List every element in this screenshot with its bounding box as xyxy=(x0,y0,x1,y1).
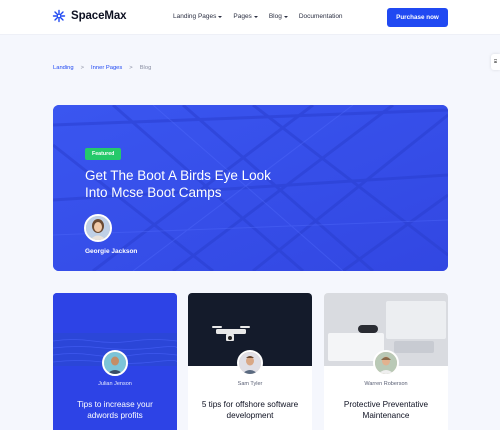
nav-item-blog[interactable]: Blog xyxy=(269,13,288,20)
post-author: Julian Jenson xyxy=(98,381,132,387)
chevron-down-icon xyxy=(218,15,223,18)
nav-item-documentation[interactable]: Documentation xyxy=(299,13,343,20)
brand-logo[interactable]: SpaceMax xyxy=(52,9,127,23)
chevron-down-icon xyxy=(253,15,258,18)
breadcrumb-separator: > xyxy=(80,65,85,71)
avatar xyxy=(84,214,112,242)
chevron-down-icon xyxy=(283,15,288,18)
post-card[interactable]: Julian Jenson Tips to increase your adwo… xyxy=(53,293,177,430)
settings-tab-icon[interactable]: ⌸ xyxy=(491,54,500,70)
nav-label: Landing Pages xyxy=(173,13,217,20)
breadcrumb-landing[interactable]: Landing xyxy=(53,65,74,71)
main-nav: Landing Pages Pages Blog Documentation xyxy=(173,13,354,20)
featured-author-name: Georgie Jackson xyxy=(85,248,138,255)
purchase-now-button[interactable]: Purchase now xyxy=(387,8,448,27)
post-title[interactable]: Protective Preventative Maintenance xyxy=(334,399,438,421)
nav-item-pages[interactable]: Pages xyxy=(233,13,258,20)
post-card[interactable]: Warren Roberson Protective Preventative … xyxy=(324,293,448,430)
post-author: Warren Roberson xyxy=(364,381,408,387)
snowflake-icon xyxy=(52,9,66,23)
avatar xyxy=(237,350,263,376)
post-title[interactable]: Tips to increase your adwords profits xyxy=(63,399,167,421)
avatar xyxy=(373,350,399,376)
nav-label: Blog xyxy=(268,13,282,20)
avatar xyxy=(102,350,128,376)
brand-name: SpaceMax xyxy=(71,10,127,22)
nav-label: Documentation xyxy=(298,13,343,20)
site-header: SpaceMax Landing Pages Pages Blog Docume… xyxy=(0,0,500,35)
breadcrumb-separator: > xyxy=(129,65,133,71)
breadcrumb-inner-pages[interactable]: Inner Pages xyxy=(91,65,122,71)
breadcrumb-current: Blog xyxy=(139,65,152,71)
nav-label: Pages xyxy=(233,13,252,20)
featured-post-card[interactable]: Featured Get The Boot A Birds Eye Look I… xyxy=(53,105,448,271)
featured-badge: Featured xyxy=(85,148,122,160)
post-card[interactable]: Sam Tyler 5 tips for offshore software d… xyxy=(188,293,312,430)
post-author: Sam Tyler xyxy=(237,381,263,387)
breadcrumb: Landing > Inner Pages > Blog xyxy=(53,65,151,71)
featured-post-title[interactable]: Get The Boot A Birds Eye Look Into Mcse … xyxy=(85,167,285,201)
post-title[interactable]: 5 tips for offshore software development xyxy=(198,399,302,421)
nav-item-landing-pages[interactable]: Landing Pages xyxy=(173,13,223,20)
